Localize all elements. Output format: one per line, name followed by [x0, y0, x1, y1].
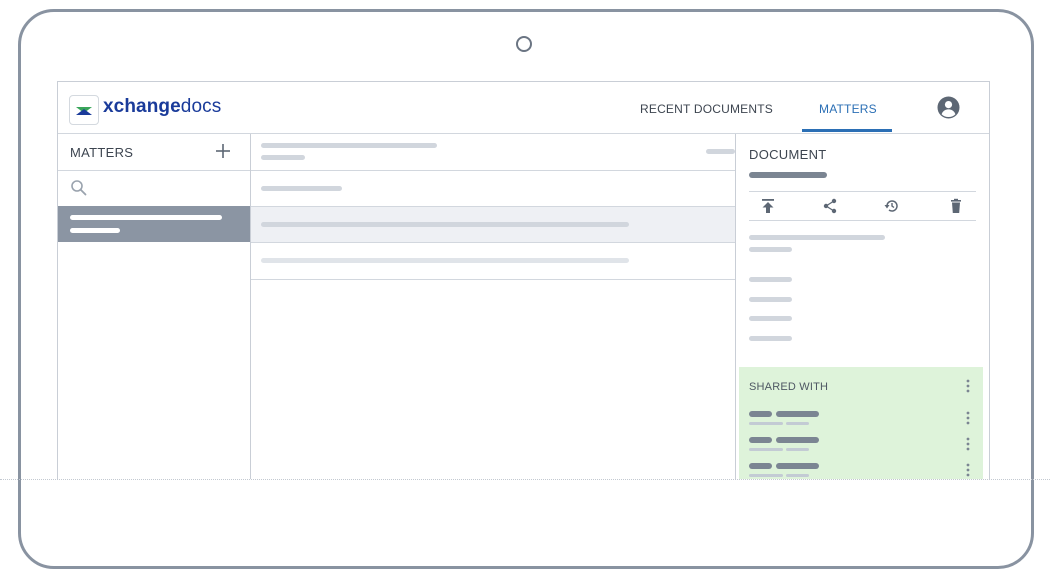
- plus-icon[interactable]: [214, 142, 232, 160]
- user-detail-placeholder: [786, 474, 809, 477]
- item-subtitle-placeholder: [261, 155, 305, 160]
- user-first-name-placeholder: [749, 463, 772, 469]
- document-list: [251, 134, 736, 479]
- document-details-panel: DOCUMENT SHARED WITH: [736, 134, 989, 479]
- share-icon[interactable]: [821, 197, 839, 215]
- search-icon: [70, 179, 88, 197]
- detail-line-placeholder: [749, 316, 792, 321]
- user-last-name-placeholder: [776, 411, 819, 417]
- detail-line-placeholder: [749, 297, 792, 302]
- nav-recent-documents[interactable]: RECENT DOCUMENTS: [640, 102, 773, 116]
- user-first-name-placeholder: [749, 411, 772, 417]
- more-vertical-icon[interactable]: [966, 437, 970, 451]
- user-last-name-placeholder: [776, 463, 819, 469]
- more-vertical-icon[interactable]: [966, 379, 970, 393]
- shared-user-entry: [749, 437, 974, 453]
- more-vertical-icon[interactable]: [966, 463, 970, 477]
- top-bar: xchangedocs RECENT DOCUMENTS MATTERS: [58, 82, 989, 134]
- list-item[interactable]: [251, 243, 735, 280]
- item-title-placeholder: [70, 215, 222, 220]
- shared-user-entry: [749, 463, 974, 479]
- list-item[interactable]: [251, 134, 735, 171]
- more-vertical-icon[interactable]: [966, 411, 970, 425]
- item-title-placeholder: [261, 222, 629, 227]
- item-title-placeholder: [261, 186, 342, 191]
- item-meta-placeholder: [706, 149, 735, 154]
- nav-matters[interactable]: MATTERS: [819, 102, 877, 116]
- user-detail-placeholder: [749, 422, 783, 425]
- detail-line-placeholder: [749, 247, 792, 252]
- user-detail-placeholder: [786, 448, 809, 451]
- user-detail-placeholder: [749, 474, 783, 477]
- active-tab-indicator: [802, 129, 892, 132]
- brand-name: xchangedocs: [103, 96, 222, 117]
- matters-title: MATTERS: [70, 145, 134, 160]
- document-name-placeholder: [749, 172, 827, 178]
- detail-line-placeholder: [749, 235, 885, 240]
- user-detail-placeholder: [749, 448, 783, 451]
- document-toolbar: [749, 191, 976, 221]
- user-detail-placeholder: [786, 422, 809, 425]
- matters-panel: MATTERS: [58, 134, 251, 479]
- user-first-name-placeholder: [749, 437, 772, 443]
- item-title-placeholder: [261, 143, 437, 148]
- cut-line: [0, 479, 1050, 480]
- list-item-highlighted[interactable]: [251, 207, 735, 243]
- document-title: DOCUMENT: [749, 147, 827, 162]
- detail-line-placeholder: [749, 277, 792, 282]
- item-subtitle-placeholder: [70, 228, 120, 233]
- user-last-name-placeholder: [776, 437, 819, 443]
- app-screen: xchangedocs RECENT DOCUMENTS MATTERS MAT…: [57, 81, 990, 479]
- upload-icon[interactable]: [759, 197, 777, 215]
- shared-user-entry: [749, 411, 974, 427]
- shared-with-panel: SHARED WITH: [739, 367, 983, 479]
- history-icon[interactable]: [883, 197, 901, 215]
- logo-icon: [69, 95, 99, 125]
- camera-icon: [516, 36, 532, 52]
- matters-header: MATTERS: [58, 134, 250, 171]
- matter-list-item-selected[interactable]: [58, 206, 250, 242]
- user-avatar-icon[interactable]: [937, 96, 960, 119]
- list-item[interactable]: [251, 171, 735, 207]
- shared-with-title: SHARED WITH: [749, 381, 829, 393]
- matters-search[interactable]: [58, 171, 250, 207]
- detail-line-placeholder: [749, 336, 792, 341]
- item-title-placeholder: [261, 258, 629, 263]
- trash-icon[interactable]: [947, 197, 965, 215]
